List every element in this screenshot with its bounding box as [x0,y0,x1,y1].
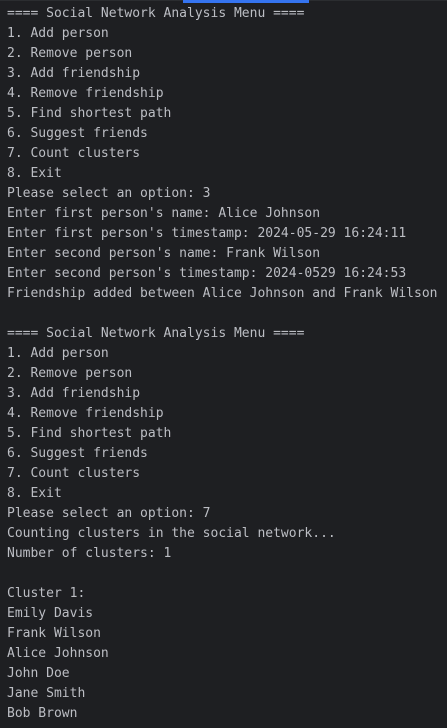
console-line: 6. Suggest friends [7,126,148,141]
console-line: 1. Add person [7,346,109,361]
console-line: Jane Smith [7,686,86,701]
console-line: Enter first person's name: Alice Johnson [7,206,321,221]
console-line: Bob Brown [7,706,78,721]
console-line: Enter second person's name: Frank Wilson [7,246,321,261]
console-line: 2. Remove person [7,46,133,61]
console-line: 6. Suggest friends [7,446,148,461]
scroll-indicator[interactable] [183,0,309,3]
console-line: Frank Wilson [7,626,101,641]
console-line: 5. Find shortest path [7,426,172,441]
console-line: 5. Find shortest path [7,106,172,121]
console-line: 4. Remove friendship [7,406,164,421]
console-output-panel[interactable]: ==== Social Network Analysis Menu ==== 1.… [0,0,447,728]
console-line: Counting clusters in the social network.… [7,526,336,541]
console-line: Number of clusters: 1 [7,546,172,561]
console-line: 3. Add friendship [7,386,141,401]
console-line: John Doe [7,666,70,681]
console-line: Friendship added between Alice Johnson a… [7,286,438,301]
console-line: Cluster 1: [7,586,86,601]
console-line: Enter first person's timestamp: 2024-05-… [7,226,407,241]
console-line: Enter second person's timestamp: 2024-05… [7,266,407,281]
console-line: 7. Count clusters [7,146,141,161]
console-line: 8. Exit [7,166,62,181]
console-line: 2. Remove person [7,366,133,381]
console-line: 8. Exit [7,486,62,501]
console-line: 7. Count clusters [7,466,141,481]
console-line: Alice Johnson [7,646,109,661]
console-line: ==== Social Network Analysis Menu ==== [7,326,305,341]
console-line: 4. Remove friendship [7,86,164,101]
console-text[interactable]: ==== Social Network Analysis Menu ==== 1.… [7,4,445,724]
console-line: Please select an option: 3 [7,186,211,201]
console-line: Please select an option: 7 [7,506,211,521]
console-line: Emily Davis [7,606,94,621]
console-line: 3. Add friendship [7,66,141,81]
console-line: ==== Social Network Analysis Menu ==== [7,6,305,21]
console-line: 1. Add person [7,26,109,41]
